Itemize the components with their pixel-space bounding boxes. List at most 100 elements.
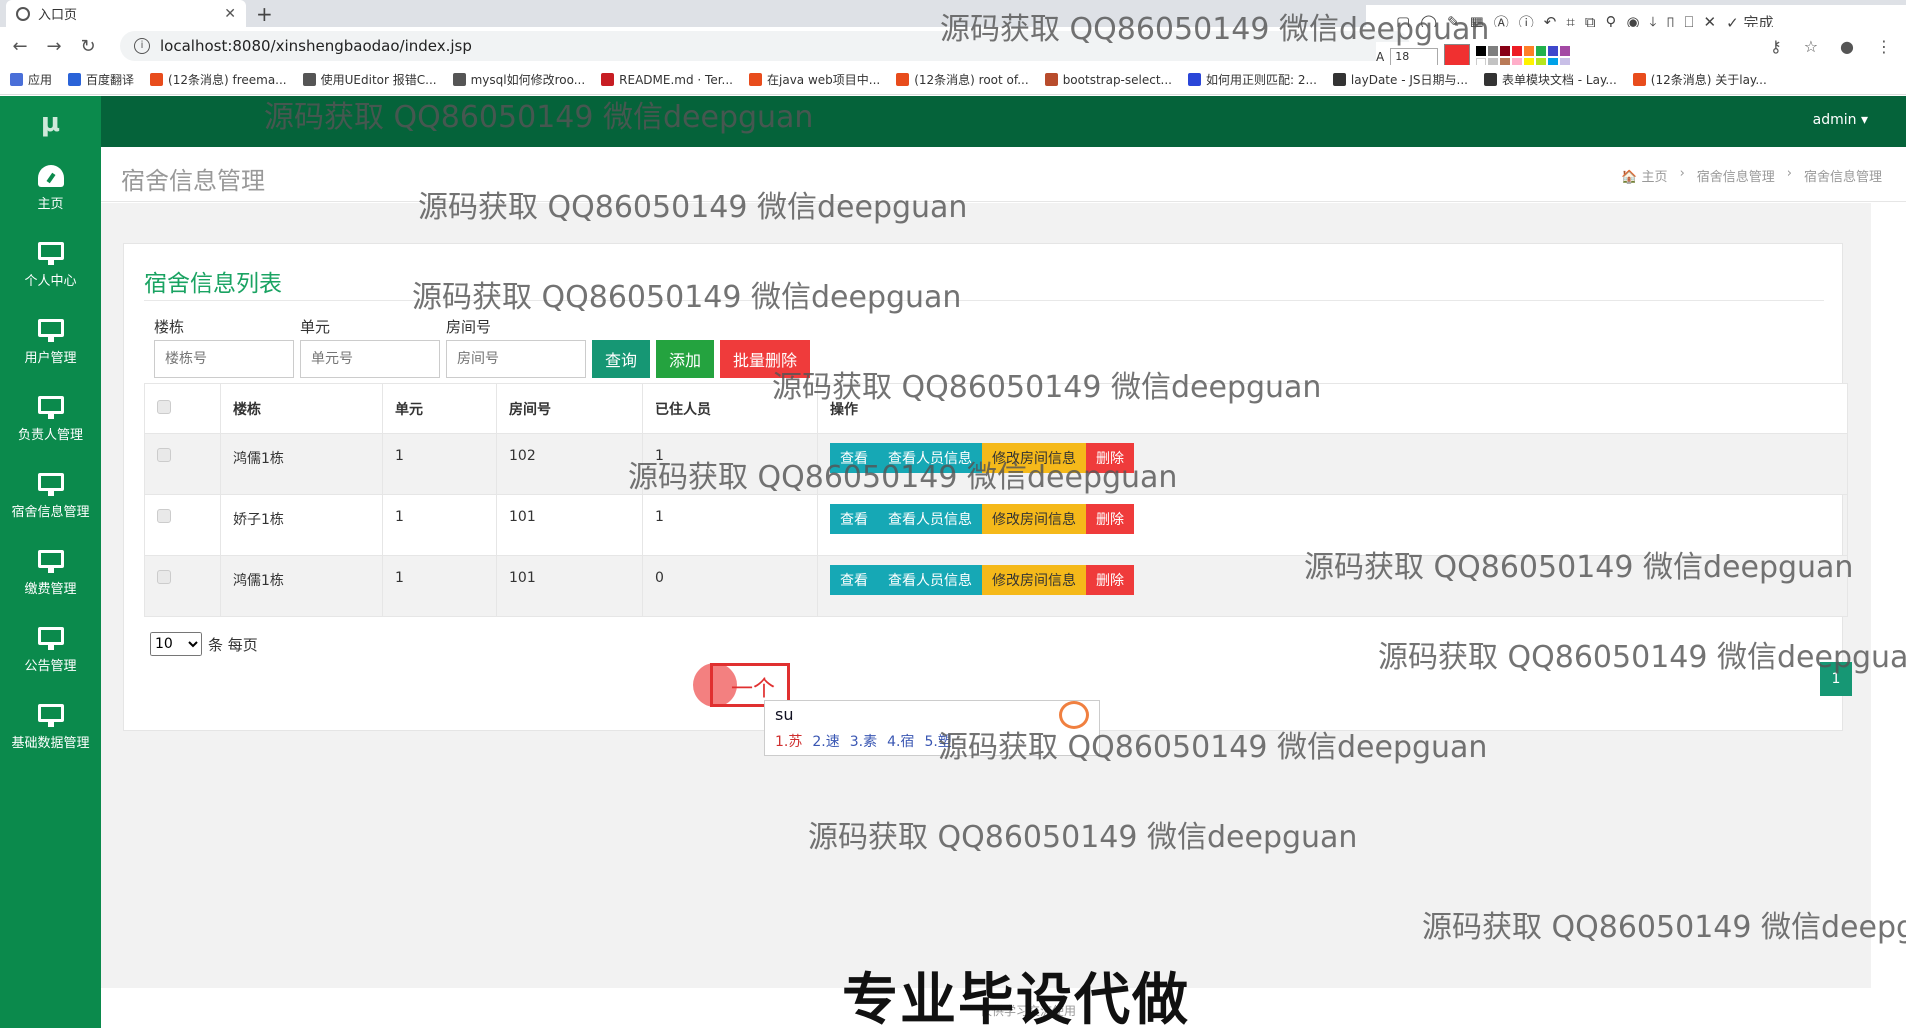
add-button[interactable]: 添加: [656, 340, 715, 378]
globe-icon: [16, 6, 30, 21]
bookmark-label: 在java web项目中...: [767, 73, 881, 87]
view-people-button[interactable]: 查看人员信息: [878, 443, 982, 473]
select-all-checkbox[interactable]: [157, 399, 171, 414]
page-size-control: 10 条 每页: [150, 632, 258, 656]
new-tab-button[interactable]: +: [256, 2, 273, 26]
more-icon[interactable]: ⋮: [1876, 37, 1892, 56]
browser-tab[interactable]: 入口页 ✕: [6, 0, 246, 27]
bookmark-label: 应用: [28, 73, 53, 87]
app-logo[interactable]: μ: [0, 96, 101, 150]
ime-candidate[interactable]: 3.素: [850, 731, 877, 751]
ime-candidate[interactable]: 4.宿: [887, 731, 914, 751]
view-button[interactable]: 查看: [830, 504, 878, 534]
batch-delete-button[interactable]: 批量删除: [720, 340, 811, 378]
bookmark-favicon-icon: [1187, 73, 1201, 86]
page-number-1[interactable]: 1: [1820, 662, 1852, 696]
building-input[interactable]: [154, 340, 294, 378]
breadcrumb-current: 宿舍信息管理: [1803, 170, 1882, 185]
bookmark-item[interactable]: 表单模块文档 - Lay...: [1483, 71, 1617, 88]
room-input[interactable]: [446, 340, 586, 378]
bookmark-favicon-icon: [452, 73, 466, 86]
bookmark-item[interactable]: layDate - JS日期与...: [1332, 71, 1468, 88]
unit-input[interactable]: [300, 340, 440, 378]
col-unit: 单元: [382, 383, 497, 434]
row-checkbox[interactable]: [157, 570, 171, 584]
bookmark-label: layDate - JS日期与...: [1350, 73, 1468, 87]
cell-occupants: 0: [642, 555, 818, 617]
bookmark-item[interactable]: (12条消息) root of...: [896, 71, 1029, 88]
view-people-button[interactable]: 查看人员信息: [878, 565, 982, 595]
edit-room-button[interactable]: 修改房间信息: [982, 504, 1086, 534]
cell-occupants: 1: [642, 494, 818, 556]
key-icon[interactable]: ⚷: [1770, 37, 1782, 56]
close-tab-icon[interactable]: ✕: [224, 6, 236, 22]
row-checkbox[interactable]: [157, 448, 171, 462]
query-button[interactable]: 查询: [592, 340, 651, 378]
bookmark-favicon-icon: [68, 73, 82, 86]
bookmark-favicon-icon: [1044, 73, 1058, 86]
bookmark-item[interactable]: 百度翻译: [68, 71, 134, 88]
font-size-select[interactable]: 18: [1390, 48, 1439, 66]
cell-occupants: 1: [642, 433, 818, 495]
info-icon[interactable]: i: [134, 38, 150, 54]
bookmark-item[interactable]: 使用UEditor 报错C...: [302, 71, 437, 88]
sidebar-item[interactable]: 负责人管理: [0, 381, 101, 458]
sidebar-item-label: 主页: [37, 197, 64, 212]
sidebar-item[interactable]: 用户管理: [0, 304, 101, 381]
reload-icon[interactable]: ↻: [74, 36, 102, 57]
breadcrumb-item[interactable]: 宿舍信息管理: [1697, 166, 1775, 185]
monitor-icon: [37, 473, 64, 496]
edit-room-button[interactable]: 修改房间信息: [982, 443, 1086, 473]
user-menu[interactable]: admin ▾: [1813, 112, 1868, 128]
table-row: 鸿儒1栋 1 101 0 查看 查看人员信息 修改房间信息 删除: [144, 555, 1848, 617]
bookmark-label: README.md · Ter...: [619, 72, 733, 87]
col-room: 房间号: [496, 383, 643, 434]
bookmark-item[interactable]: (12条消息) 关于lay...: [1632, 71, 1767, 88]
bookmark-item[interactable]: bootstrap-select...: [1044, 73, 1172, 87]
delete-button[interactable]: 删除: [1086, 565, 1134, 595]
sidebar-item-label: 个人中心: [24, 274, 77, 289]
ime-candidate-window: su 1.苏 2.速 3.素 4.宿 5.塑: [764, 700, 1100, 756]
bookmark-item[interactable]: (12条消息) freema...: [150, 71, 287, 88]
bookmark-favicon-icon: [601, 73, 615, 86]
view-button[interactable]: 查看: [830, 443, 878, 473]
bookmark-item[interactable]: 如何用正则匹配: 2...: [1187, 71, 1317, 88]
font-size-icon: A: [1376, 50, 1385, 64]
page-size-select[interactable]: 10: [150, 632, 202, 656]
bookmark-item[interactable]: 应用: [10, 71, 52, 88]
sidebar-item[interactable]: 公告管理: [0, 612, 101, 689]
bookmark-item[interactable]: 在java web项目中...: [749, 71, 880, 88]
view-people-button[interactable]: 查看人员信息: [878, 504, 982, 534]
edit-room-button[interactable]: 修改房间信息: [982, 565, 1086, 595]
table-row: 鸿儒1栋 1 102 1 查看 查看人员信息 修改房间信息 删除: [144, 433, 1848, 495]
star-icon[interactable]: ☆: [1804, 37, 1818, 56]
content-area: 宿舍信息列表 楼栋 单元 房间号 查询 添加 批量删除 楼栋: [101, 203, 1871, 988]
back-icon[interactable]: ←: [6, 36, 34, 57]
sidebar-item[interactable]: 个人中心: [0, 227, 101, 304]
room-label: 房间号: [446, 318, 492, 336]
col-occupants: 已住人员: [642, 383, 818, 434]
bookmark-item[interactable]: mysql如何修改roo...: [452, 71, 585, 88]
sidebar-item[interactable]: 主页: [0, 150, 101, 227]
ime-candidate[interactable]: 2.速: [812, 731, 839, 751]
monitor-icon: [37, 396, 64, 419]
profile-icon[interactable]: ●: [1840, 37, 1854, 56]
breadcrumb-home[interactable]: 🏠 主页: [1621, 166, 1667, 185]
row-checkbox[interactable]: [157, 509, 171, 523]
sidebar-item[interactable]: 宿舍信息管理: [0, 458, 101, 535]
sidebar-item-label: 公告管理: [24, 659, 77, 674]
bookmark-item[interactable]: README.md · Ter...: [601, 73, 733, 87]
ime-candidate[interactable]: 5.塑: [924, 731, 951, 751]
cell-room: 102: [496, 433, 643, 495]
delete-button[interactable]: 删除: [1086, 504, 1134, 534]
bookmark-label: 如何用正则匹配: 2...: [1205, 73, 1317, 87]
sidebar-item[interactable]: 基础数据管理: [0, 689, 101, 766]
sidebar-item-label: 用户管理: [24, 351, 77, 366]
view-button[interactable]: 查看: [830, 565, 878, 595]
ime-candidate[interactable]: 1.苏: [775, 731, 802, 751]
sidebar-item[interactable]: 缴费管理: [0, 535, 101, 612]
forward-icon[interactable]: →: [40, 36, 68, 57]
url-field[interactable]: i localhost:8080/xinshengbaodao/index.js…: [120, 31, 1410, 61]
delete-button[interactable]: 删除: [1086, 443, 1134, 473]
cell-unit: 1: [382, 555, 497, 617]
